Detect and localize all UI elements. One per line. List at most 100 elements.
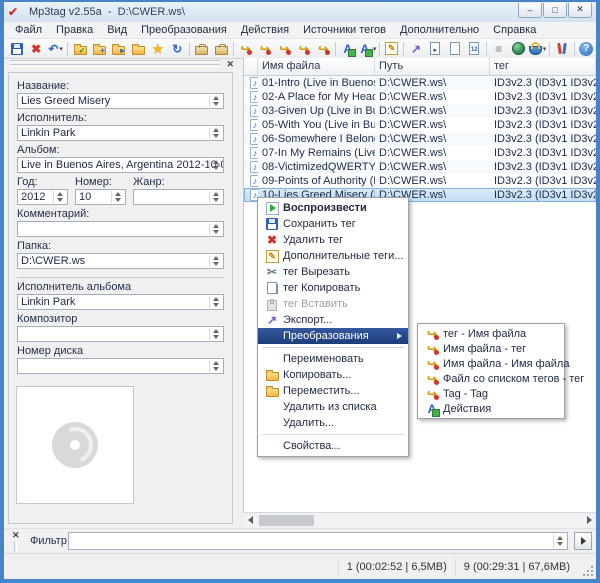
convert-tag-filename-button[interactable]: ↪: [236, 40, 255, 58]
genre-field[interactable]: [133, 189, 224, 205]
extended-tags-button[interactable]: ✎: [382, 40, 401, 58]
minimize-button[interactable]: –: [518, 3, 542, 18]
album-field[interactable]: Live in Buenos Aires, Argentina 2012-10-…: [17, 157, 224, 173]
table-row[interactable]: ♪ 09-Points of Authority (Li... D:\CWER.…: [244, 174, 596, 188]
year-field[interactable]: 2012: [17, 189, 68, 205]
track-field[interactable]: 10: [75, 189, 126, 205]
table-row[interactable]: ♪ 07-In My Remains (Live i... D:\CWER.ws…: [244, 146, 596, 160]
table-row[interactable]: ♪ 08-VictimizedQWERTY (Li... D:\CWER.ws\…: [244, 160, 596, 174]
panel-gripper[interactable]: [10, 60, 220, 63]
context-menu-item-save-tag[interactable]: Сохранить тег: [258, 216, 408, 232]
add-directory-button[interactable]: +: [90, 40, 109, 58]
spinner-icon[interactable]: [209, 296, 222, 308]
directory-field[interactable]: D:\CWER.ws: [17, 253, 224, 269]
table-row[interactable]: ♪ 05-With You (Live in Bue... D:\CWER.ws…: [244, 118, 596, 132]
scroll-left-icon[interactable]: [243, 514, 257, 527]
actions-button[interactable]: A: [338, 40, 357, 58]
column-header-tag[interactable]: тег: [490, 58, 596, 75]
context-menu-item-remove-tag[interactable]: ✖ Удалить тег: [258, 232, 408, 248]
options-button[interactable]: [552, 40, 571, 58]
spinner-icon[interactable]: [209, 159, 222, 171]
undo-button[interactable]: ↶▾: [46, 40, 65, 58]
refresh-button[interactable]: ↻: [168, 40, 187, 58]
menu-tag-sources[interactable]: Источники тегов: [296, 23, 393, 37]
filter-input[interactable]: [69, 533, 567, 549]
context-menu-item-convert[interactable]: Преобразования: [258, 328, 408, 344]
maximize-button[interactable]: □: [543, 3, 567, 18]
web-sources-button[interactable]: [508, 40, 527, 58]
column-header-filename[interactable]: Имя файла: [258, 58, 375, 75]
submenu-item-filename-tag[interactable]: ↪ Имя файла - тег: [418, 341, 564, 356]
spinner-icon[interactable]: [209, 223, 222, 235]
convert-tag-tag-button[interactable]: ↪: [314, 40, 333, 58]
submenu-item-filename-filename[interactable]: ↪ Имя файла - Имя файла: [418, 356, 564, 371]
album-artist-field[interactable]: Linkin Park: [17, 294, 224, 310]
cover-art-box[interactable]: [16, 386, 134, 504]
context-menu-item-tag-copy[interactable]: тег Копировать: [258, 280, 408, 296]
filter-apply-button[interactable]: [574, 532, 592, 550]
context-menu-item-move-file[interactable]: Переместить...: [258, 383, 408, 399]
menu-help[interactable]: Справка: [486, 23, 543, 37]
compare-button[interactable]: ≡: [489, 40, 508, 58]
context-menu-item-export[interactable]: ↗ Экспорт...: [258, 312, 408, 328]
tracklist-button[interactable]: [445, 40, 464, 58]
column-header-path[interactable]: Путь: [375, 58, 490, 75]
playlist-button[interactable]: ▸: [426, 40, 445, 58]
resize-grip[interactable]: [581, 564, 593, 576]
remove-tag-button[interactable]: ✖: [26, 40, 45, 58]
convert-textfile-tag-button[interactable]: ↪: [294, 40, 313, 58]
export-button[interactable]: ↗: [406, 40, 425, 58]
tag-copy-button[interactable]: [192, 40, 211, 58]
menu-extras[interactable]: Дополнительно: [393, 23, 486, 37]
spinner-icon[interactable]: [209, 360, 222, 372]
filter-gripper[interactable]: [14, 541, 17, 552]
comment-field[interactable]: [17, 221, 224, 237]
context-menu-item-rename[interactable]: Переименовать: [258, 351, 408, 367]
submenu-item-tag-tag[interactable]: ↪ Tag - Tag: [418, 386, 564, 401]
horizontal-scrollbar[interactable]: [243, 512, 596, 527]
table-row[interactable]: ♪ 06-Somewhere I Belong ... D:\CWER.ws\ …: [244, 132, 596, 146]
context-menu-item-copy-file[interactable]: Копировать...: [258, 367, 408, 383]
spinner-icon[interactable]: [209, 328, 222, 340]
menu-convert[interactable]: Преобразования: [134, 23, 234, 37]
panel-close-icon[interactable]: ✕: [226, 60, 234, 69]
context-menu-item-remove-from-list[interactable]: Удалить из списка: [258, 399, 408, 415]
tag-paste-button[interactable]: [211, 40, 230, 58]
spinner-icon[interactable]: [553, 534, 566, 548]
title-field[interactable]: Lies Greed Misery: [17, 93, 224, 109]
change-directory-button[interactable]: ✓: [70, 40, 89, 58]
numbering-wizard-button[interactable]: 12: [465, 40, 484, 58]
menu-actions[interactable]: Действия: [234, 23, 296, 37]
open-directory-button[interactable]: ▸: [109, 40, 128, 58]
recent-directories-button[interactable]: [129, 40, 148, 58]
spinner-icon[interactable]: [209, 255, 222, 267]
disc-field[interactable]: [17, 358, 224, 374]
favorites-button[interactable]: ★: [148, 40, 167, 58]
convert-filename-tag-button[interactable]: ↪: [255, 40, 274, 58]
convert-filename-filename-button[interactable]: ↪: [275, 40, 294, 58]
save-button[interactable]: [7, 40, 26, 58]
context-menu-item-delete[interactable]: Удалить...: [258, 415, 408, 431]
spinner-icon[interactable]: [209, 127, 222, 139]
context-menu-item-extended-tags[interactable]: ✎ Дополнительные теги...: [258, 248, 408, 264]
spinner-icon[interactable]: [53, 191, 66, 203]
case-conversion-button[interactable]: ▾: [528, 40, 547, 58]
scrollbar-thumb[interactable]: [259, 515, 314, 526]
artist-field[interactable]: Linkin Park: [17, 125, 224, 141]
context-menu-item-properties[interactable]: Свойства...: [258, 438, 408, 454]
table-row[interactable]: ♪ 03-Given Up (Live in Bue... D:\CWER.ws…: [244, 104, 596, 118]
submenu-item-textfile-tag[interactable]: ↪ Файл со списком тегов - тег: [418, 371, 564, 386]
spinner-icon[interactable]: [209, 191, 222, 203]
table-row[interactable]: ♪ 01-Intro (Live in Buenos ... D:\CWER.w…: [244, 76, 596, 90]
help-button[interactable]: ?: [577, 40, 596, 58]
context-menu-item-tag-cut[interactable]: ✂ тег Вырезать: [258, 264, 408, 280]
panel-gripper[interactable]: [10, 64, 220, 67]
composer-field[interactable]: [17, 326, 224, 342]
context-menu-item-play[interactable]: Воспроизвести: [258, 200, 408, 216]
menu-file[interactable]: Файл: [8, 23, 49, 37]
column-header-icon[interactable]: [244, 58, 258, 75]
submenu-item-actions[interactable]: A Действия: [418, 401, 564, 416]
spinner-icon[interactable]: [209, 95, 222, 107]
table-row[interactable]: ♪ 02-A Place for My Head (... D:\CWER.ws…: [244, 90, 596, 104]
spinner-icon[interactable]: [111, 191, 124, 203]
